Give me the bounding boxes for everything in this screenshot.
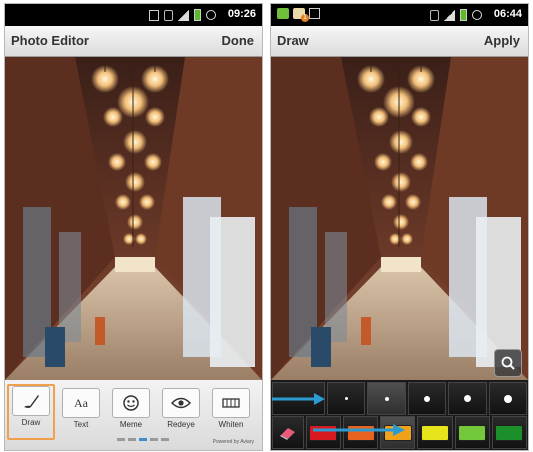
brush-size-row xyxy=(271,382,528,415)
tool-meme[interactable]: Meme xyxy=(111,388,151,436)
color-swatch-lightgreen[interactable] xyxy=(454,416,490,449)
page-dot-current xyxy=(139,438,147,441)
brush-size-arrow-cell xyxy=(272,382,326,415)
tool-label: Draw xyxy=(21,418,41,427)
photo-canvas[interactable] xyxy=(5,57,262,380)
title-bar: Draw Apply xyxy=(271,26,528,57)
annotation-arrow-icon xyxy=(272,392,326,405)
battery-icon xyxy=(194,9,201,21)
apply-button[interactable]: Apply xyxy=(484,33,520,48)
text-aa-icon: Aa xyxy=(62,388,100,418)
photo-editor-screen: 09:26 Photo Editor Done Draw Aa Text Mem… xyxy=(4,3,263,451)
status-bar: 06:44 xyxy=(271,4,528,26)
meme-face-icon xyxy=(112,388,150,418)
brush-dot-icon xyxy=(423,395,430,402)
eraser-button[interactable] xyxy=(272,416,304,449)
status-time: 09:26 xyxy=(227,8,256,20)
mail-notification-icon xyxy=(293,8,309,22)
tool-redeye[interactable]: Redeye xyxy=(161,388,201,436)
tool-whiten[interactable]: Whiten xyxy=(211,388,251,436)
arcade-photo xyxy=(5,57,262,380)
task-icon xyxy=(309,8,320,19)
page-dot xyxy=(117,438,125,441)
data-icon xyxy=(164,9,173,21)
tool-text[interactable]: Aa Text xyxy=(61,388,101,436)
page-dot xyxy=(128,438,136,441)
signal-icon xyxy=(444,9,455,21)
data-icon xyxy=(430,9,439,21)
title-bar: Photo Editor Done xyxy=(5,26,262,57)
brush-dot-icon xyxy=(503,394,512,403)
brush-size-1[interactable] xyxy=(326,382,366,415)
photo-canvas[interactable] xyxy=(271,57,528,380)
teeth-icon xyxy=(212,388,250,418)
brush-dot-icon xyxy=(463,395,471,402)
swatch-fill xyxy=(421,424,450,441)
done-button[interactable]: Done xyxy=(222,33,255,48)
color-swatch-green[interactable] xyxy=(491,416,527,449)
annotation-arrow-icon xyxy=(313,424,405,436)
brush-dot-icon xyxy=(344,397,348,400)
page-indicator xyxy=(117,438,169,441)
status-time: 06:44 xyxy=(493,8,522,20)
screenshot-notification-icon xyxy=(149,9,159,21)
tool-label: Meme xyxy=(119,420,143,429)
tool-label: Whiten xyxy=(218,420,244,429)
brush-size-4[interactable] xyxy=(448,382,487,415)
tool-draw[interactable]: Draw xyxy=(7,384,55,440)
draw-palette xyxy=(271,380,528,450)
page-dot xyxy=(150,438,158,441)
magnify-icon xyxy=(501,356,515,370)
status-bar: 09:26 xyxy=(5,4,262,26)
swatch-fill xyxy=(495,424,524,441)
brush-dot-icon xyxy=(384,396,389,401)
alarm-icon xyxy=(472,10,482,20)
eye-icon xyxy=(162,388,200,418)
brush-size-3[interactable] xyxy=(407,382,447,415)
page-title: Photo Editor xyxy=(11,33,89,48)
brush-icon xyxy=(12,386,50,416)
tool-label: Text xyxy=(73,420,89,429)
swatch-fill xyxy=(458,424,487,441)
tool-label: Redeye xyxy=(167,420,195,429)
eraser-icon xyxy=(279,427,295,440)
zoom-button[interactable] xyxy=(494,349,522,377)
signal-icon xyxy=(178,9,189,21)
page-dot xyxy=(161,438,169,441)
draw-screen: 06:44 Draw Apply xyxy=(270,3,529,451)
powered-by-aviary: Powered by Aviary xyxy=(212,439,254,445)
page-title: Draw xyxy=(277,33,309,48)
brush-size-2[interactable] xyxy=(367,382,406,415)
battery-icon xyxy=(460,9,467,21)
color-swatch-yellow[interactable] xyxy=(417,416,453,449)
alarm-icon xyxy=(206,10,216,20)
chat-app-icon xyxy=(277,8,289,19)
tools-bar: Draw Aa Text Meme Redeye Whiten Powered … xyxy=(5,380,262,450)
arcade-photo xyxy=(271,57,528,380)
brush-size-5[interactable] xyxy=(488,382,527,415)
